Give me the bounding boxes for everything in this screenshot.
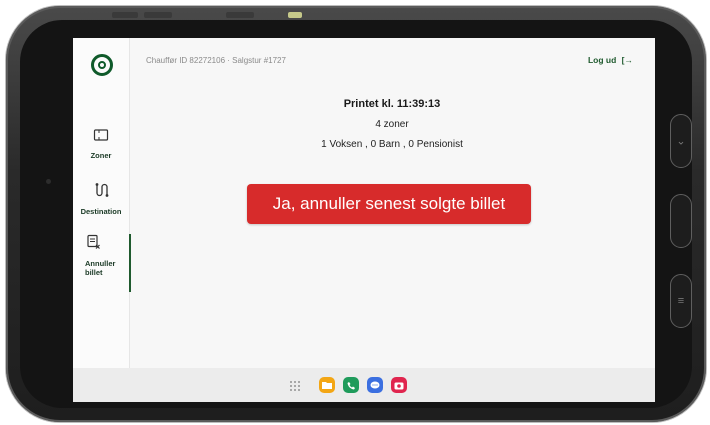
camera-app-icon[interactable] (391, 377, 407, 393)
phone-app-icon[interactable] (343, 377, 359, 393)
sidebar-item-label: Zoner (90, 151, 112, 160)
logout-icon: [→ (621, 55, 633, 65)
taskbar (73, 368, 655, 402)
sidebar: Zoner Destination Annuller billet (73, 38, 131, 368)
sidebar-item-label: Destination (80, 207, 122, 216)
logout-button[interactable]: Log ud [→ (588, 55, 633, 65)
cancel-last-ticket-button[interactable]: Ja, annuller senest solgte billet (247, 184, 531, 224)
sidebar-item-annuller-billet[interactable]: Annuller billet (73, 234, 131, 292)
receipt-cancel-icon (73, 234, 129, 255)
volume-button[interactable]: ⌄ (670, 114, 692, 168)
ticket-icon (73, 128, 129, 147)
hardware-button (288, 12, 302, 18)
power-button[interactable] (670, 194, 692, 248)
chevron-down-icon: ⌄ (676, 135, 686, 148)
app-screen: Zoner Destination Annuller billet Chauff… (73, 38, 655, 402)
sidebar-item-label-line2: billet (85, 268, 103, 277)
camera-icon (46, 179, 51, 184)
driver-session-info: Chauffør ID 82272106 · Salgstur #1727 (146, 56, 286, 65)
hardware-button (144, 12, 172, 18)
sidebar-item-zoner[interactable]: Zoner (73, 128, 129, 160)
sidebar-item-destination[interactable]: Destination (73, 182, 129, 216)
sidebar-item-label: Annuller billet (73, 259, 129, 277)
menu-icon: ≡ (677, 295, 685, 307)
logout-label: Log ud (587, 55, 617, 65)
route-icon (73, 182, 129, 203)
app-grid-icon[interactable] (289, 380, 301, 392)
passenger-summary: 1 Voksen , 0 Barn , 0 Pensionist (321, 139, 463, 150)
hardware-button (112, 12, 138, 18)
folder-app-icon[interactable] (319, 377, 335, 393)
zones-count: 4 zoner (375, 119, 409, 130)
brand-logo (91, 54, 113, 76)
printed-time: Printet kl. 11:39:13 (343, 98, 441, 110)
sidebar-item-label-line1: Annuller (85, 259, 116, 268)
side-key-button[interactable]: ≡ (670, 274, 692, 328)
hardware-button (226, 12, 254, 18)
messages-app-icon[interactable] (367, 377, 383, 393)
cancel-button-label: Ja, annuller senest solgte billet (272, 194, 506, 213)
